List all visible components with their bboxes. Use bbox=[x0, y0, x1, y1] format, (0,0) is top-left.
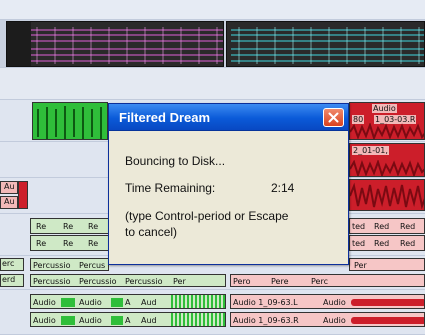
region-label: Percus bbox=[79, 261, 106, 270]
close-x-icon bbox=[328, 112, 339, 123]
region-red-right-b[interactable]: ted Red Red bbox=[349, 235, 425, 251]
green-block bbox=[171, 313, 225, 326]
region-label: ted bbox=[352, 239, 366, 248]
dialog-body: Bouncing to Disk... Time Remaining: 2:14… bbox=[109, 132, 348, 264]
region-red-group-b[interactable]: Re Re Re bbox=[30, 235, 109, 251]
bounce-dialog: Filtered Dream Bouncing to Disk... Time … bbox=[108, 103, 349, 265]
region-label: Aud bbox=[141, 298, 157, 307]
region-label: Pere bbox=[271, 277, 289, 286]
track-lane-2 bbox=[0, 68, 425, 100]
region-label: Pero bbox=[233, 277, 251, 286]
region-percussion-b[interactable]: Percussio Percussio Percussio Per bbox=[30, 274, 226, 287]
waveform-red bbox=[350, 182, 424, 210]
region-label: Percussio bbox=[79, 277, 117, 286]
region-perc-left-b[interactable]: erd bbox=[0, 274, 24, 287]
region-label: Red bbox=[400, 239, 416, 248]
region-perc-left-a[interactable]: erc bbox=[0, 258, 24, 271]
region-label: Audio bbox=[323, 298, 346, 307]
region-magenta[interactable] bbox=[6, 21, 224, 67]
dialog-titlebar[interactable]: Filtered Dream bbox=[109, 104, 348, 131]
region-label: A bbox=[125, 316, 131, 325]
region-red-mid[interactable] bbox=[349, 179, 425, 211]
region-label: Re bbox=[36, 222, 47, 231]
region-label: ted bbox=[352, 222, 366, 231]
region-label: Re bbox=[88, 222, 99, 231]
region-label: Re bbox=[63, 239, 74, 248]
region-label: Red bbox=[374, 239, 390, 248]
red-wave-block bbox=[351, 317, 424, 324]
region-percussion-right-top[interactable]: Per bbox=[349, 258, 425, 271]
region-audio-top-right[interactable]: Audio 80 1_03-03.R bbox=[349, 102, 425, 140]
region-label: Audio bbox=[323, 316, 346, 325]
green-block bbox=[61, 298, 75, 307]
region-cyan[interactable] bbox=[226, 21, 425, 67]
green-block bbox=[171, 295, 225, 308]
region-label: Re bbox=[36, 239, 47, 248]
region-label: Au bbox=[4, 197, 15, 206]
region-label: Audio 1_09-63.R bbox=[233, 316, 299, 325]
time-remaining-label: Time Remaining: bbox=[125, 181, 216, 195]
status-text: Bouncing to Disk... bbox=[125, 154, 226, 168]
region-label: Audio 1_09-63.L bbox=[233, 298, 298, 307]
region-label: Per bbox=[173, 277, 186, 286]
time-remaining-value: 2:14 bbox=[271, 181, 295, 195]
region-red-right-a[interactable]: ted Red Red bbox=[349, 218, 425, 234]
region-label: Per bbox=[354, 261, 367, 270]
region-label: Audio bbox=[79, 316, 102, 325]
region-audio-right-a[interactable]: Audio 1_09-63.L Audio bbox=[230, 294, 425, 309]
region-audio-row-b[interactable]: Audio Audio A Aud bbox=[30, 312, 226, 327]
green-block bbox=[61, 316, 75, 325]
region-label: Au bbox=[4, 182, 15, 191]
region-label: erc bbox=[2, 259, 15, 268]
region-label: Percussio bbox=[33, 277, 71, 286]
region-label: Re bbox=[63, 222, 74, 231]
region-red-stub[interactable] bbox=[18, 181, 28, 209]
region-audio-row-a[interactable]: Audio Audio A Aud bbox=[30, 294, 226, 309]
region-label: erd bbox=[2, 275, 16, 284]
region-label: Perc bbox=[311, 277, 328, 286]
region-2-01[interactable]: 2_01-01, bbox=[349, 143, 425, 177]
region-label: Red bbox=[374, 222, 390, 231]
green-block bbox=[111, 298, 123, 307]
waveform-green bbox=[37, 106, 102, 139]
close-button[interactable] bbox=[323, 108, 344, 127]
region-label: Audio bbox=[33, 316, 56, 325]
region-green-1[interactable] bbox=[32, 102, 108, 140]
region-label: Red bbox=[400, 222, 416, 231]
region-label: 2_01-01, bbox=[352, 146, 389, 155]
waveform-red bbox=[350, 160, 424, 176]
region-red-group-a[interactable]: Re Re Re bbox=[30, 218, 109, 234]
region-label: Re bbox=[88, 239, 99, 248]
region-au-a[interactable]: Au bbox=[0, 181, 18, 194]
region-percussion-a[interactable]: Percussio Percus bbox=[30, 258, 109, 271]
region-label: A bbox=[125, 298, 131, 307]
waveform-cyan bbox=[231, 27, 424, 64]
region-percussion-right[interactable]: Pero Pere Perc bbox=[230, 274, 425, 287]
waveform-red bbox=[350, 122, 424, 139]
dialog-title: Filtered Dream bbox=[119, 110, 211, 125]
waveform-magenta bbox=[7, 22, 223, 66]
region-label: Audio bbox=[33, 298, 56, 307]
region-label: Percussio bbox=[125, 277, 163, 286]
red-wave-block bbox=[351, 299, 424, 306]
region-label: Percussio bbox=[33, 261, 71, 270]
cancel-hint-line-1: (type Control-period or Escape bbox=[125, 209, 289, 223]
region-label: Audio bbox=[372, 104, 397, 113]
green-block bbox=[111, 316, 123, 325]
region-label: Audio bbox=[79, 298, 102, 307]
region-au-b[interactable]: Au bbox=[0, 196, 18, 209]
region-audio-right-b[interactable]: Audio 1_09-63.R Audio bbox=[230, 312, 425, 327]
cancel-hint-line-2: to cancel) bbox=[125, 225, 178, 239]
region-label: Aud bbox=[141, 316, 157, 325]
track-lane-0 bbox=[0, 0, 425, 20]
